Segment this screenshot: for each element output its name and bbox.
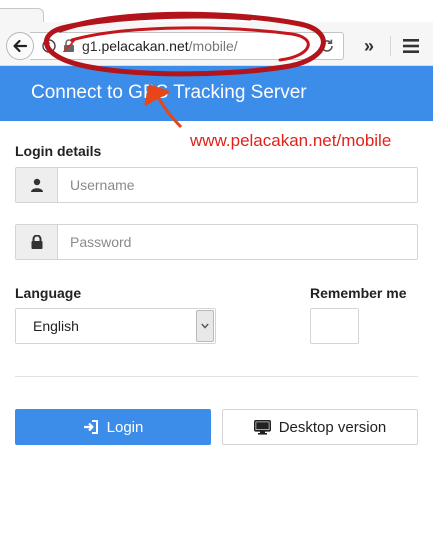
login-details-label: Login details xyxy=(15,143,102,159)
tab-strip xyxy=(0,0,433,22)
user-icon xyxy=(16,168,58,202)
login-button[interactable]: Login xyxy=(15,409,211,445)
info-icon[interactable] xyxy=(42,39,56,53)
form-divider xyxy=(15,376,418,377)
page-header: Connect to GPS Tracking Server xyxy=(0,66,433,121)
menu-icon xyxy=(403,39,419,53)
toolbar-divider xyxy=(390,36,391,56)
username-group xyxy=(15,167,418,203)
reload-icon[interactable] xyxy=(319,38,335,54)
address-bar[interactable]: g1.pelacakan.net/mobile/ xyxy=(30,32,344,60)
remember-me-checkbox[interactable] xyxy=(310,308,359,344)
desktop-version-label: Desktop version xyxy=(278,418,387,436)
username-input[interactable] xyxy=(58,168,417,202)
monitor-icon xyxy=(253,419,271,435)
remember-me-label: Remember me xyxy=(310,285,407,301)
page-title: Connect to GPS Tracking Server xyxy=(31,82,307,103)
language-select[interactable]: English xyxy=(15,308,216,344)
insecure-lock-icon[interactable] xyxy=(62,39,76,53)
sign-in-icon xyxy=(83,420,99,434)
url-path: /mobile/ xyxy=(188,38,238,54)
language-selected-value: English xyxy=(33,318,79,334)
annotation-caption: www.pelacakan.net/mobile xyxy=(190,131,392,150)
back-button[interactable] xyxy=(6,32,34,60)
browser-toolbar: g1.pelacakan.net/mobile/ » xyxy=(0,0,433,66)
password-input[interactable] xyxy=(58,225,417,259)
overflow-button[interactable]: » xyxy=(356,33,382,59)
desktop-version-button[interactable]: Desktop version xyxy=(222,409,418,445)
url-text[interactable]: g1.pelacakan.net/mobile/ xyxy=(82,38,238,54)
hamburger-menu-button[interactable] xyxy=(398,33,424,59)
browser-tab[interactable] xyxy=(0,8,44,22)
language-label: Language xyxy=(15,285,82,301)
password-group xyxy=(15,224,418,260)
url-host: pelacakan.net xyxy=(101,38,189,54)
url-subdomain: g1. xyxy=(82,38,102,54)
lock-icon xyxy=(16,225,58,259)
login-button-label: Login xyxy=(106,418,144,436)
chevron-down-icon[interactable] xyxy=(196,310,214,342)
arrow-left-icon xyxy=(13,39,28,53)
